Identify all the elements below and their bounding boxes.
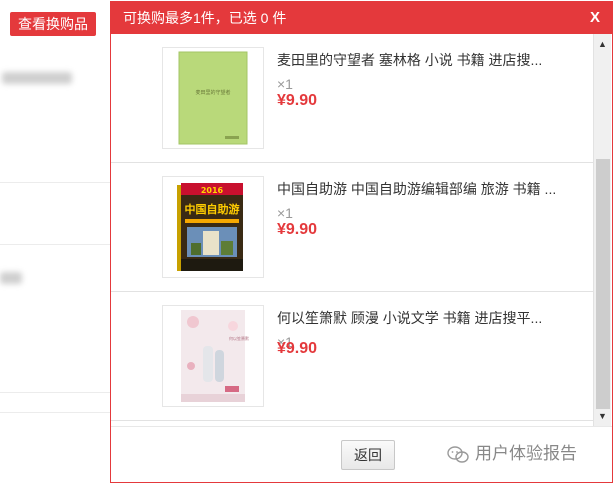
product-name[interactable]: 何以笙箫默 顾漫 小说文学 书籍 进店搜平... ×1 [277,306,567,354]
scrollbar-thumb[interactable] [596,159,610,409]
back-button[interactable]: 返回 [341,440,395,470]
product-quantity: ×1 [277,76,293,92]
product-thumbnail[interactable]: 麦田里的守望者 [162,47,264,149]
product-thumbnail[interactable]: 2016 中国自助游 [162,176,264,278]
scroll-up-arrow-icon[interactable]: ▲ [594,36,611,52]
watermark: 用户体验报告 [447,440,577,468]
cover-title: 何以笙箫默 [229,335,249,341]
product-price: ¥9.90 [277,221,318,238]
cover-year: 2016 [201,186,224,195]
watermark-text: 用户体验报告 [475,444,577,463]
list-item[interactable]: 麦田里的守望者 麦田里的守望者 塞林格 小说 书籍 进店搜... ×1 ¥9.9… [111,34,593,163]
blurred-background-text [0,272,22,284]
product-thumbnail[interactable]: 何以笙箫默 [162,305,264,407]
product-name[interactable]: 中国自助游 中国自助游编辑部编 旅游 书籍 ... ×1 [277,177,567,225]
product-title: 麦田里的守望者 塞林格 小说 书籍 进店搜... [277,52,543,68]
product-price: ¥9.90 [277,92,318,109]
background-divider [0,412,110,413]
close-button[interactable]: X [590,2,600,34]
cover-title: 中国自助游 [185,202,240,216]
background-divider [0,244,110,245]
product-quantity: ×1 [277,205,293,221]
list-item[interactable]: 2016 中国自助游 中国自助游 中国自助游编辑部编 旅游 书籍 ... ×1 … [111,163,593,292]
view-exchange-items-button[interactable]: 查看换购品 [10,12,96,36]
product-title: 中国自助游 中国自助游编辑部编 旅游 书籍 ... [277,181,557,197]
scroll-down-arrow-icon[interactable]: ▼ [594,408,611,424]
background-divider [0,182,110,183]
wechat-icon [447,445,469,463]
dialog-title: 可换购最多1件，已选 0 件 [123,10,287,26]
product-title: 何以笙箫默 顾漫 小说文学 书籍 进店搜平... [277,310,543,326]
list-item[interactable]: 何以笙箫默 何以笙箫默 顾漫 小说文学 书籍 进店搜平... ×1 ¥9.90 [111,292,593,421]
product-name[interactable]: 麦田里的守望者 塞林格 小说 书籍 进店搜... ×1 [277,48,567,96]
cover-title: 麦田里的守望者 [195,89,230,96]
book-cover-catcher-in-the-rye: 麦田里的守望者 [178,51,248,145]
book-cover-china-travel-guide: 2016 中国自助游 [177,183,243,271]
background-divider [0,392,110,393]
dialog-header: 可换购最多1件，已选 0 件 X [111,2,612,34]
list-scrollbar[interactable]: ▲ ▼ [593,34,611,426]
book-cover-he-yi-sheng-xiao-mo: 何以笙箫默 [181,310,249,402]
exchange-item-list: 麦田里的守望者 麦田里的守望者 塞林格 小说 书籍 进店搜... ×1 ¥9.9… [111,34,593,426]
exchange-purchase-dialog: 可换购最多1件，已选 0 件 X 麦田里的守望者 麦田里的守望者 塞林格 小说 … [110,1,613,483]
blurred-background-text [2,72,72,84]
product-price: ¥9.90 [277,340,318,357]
